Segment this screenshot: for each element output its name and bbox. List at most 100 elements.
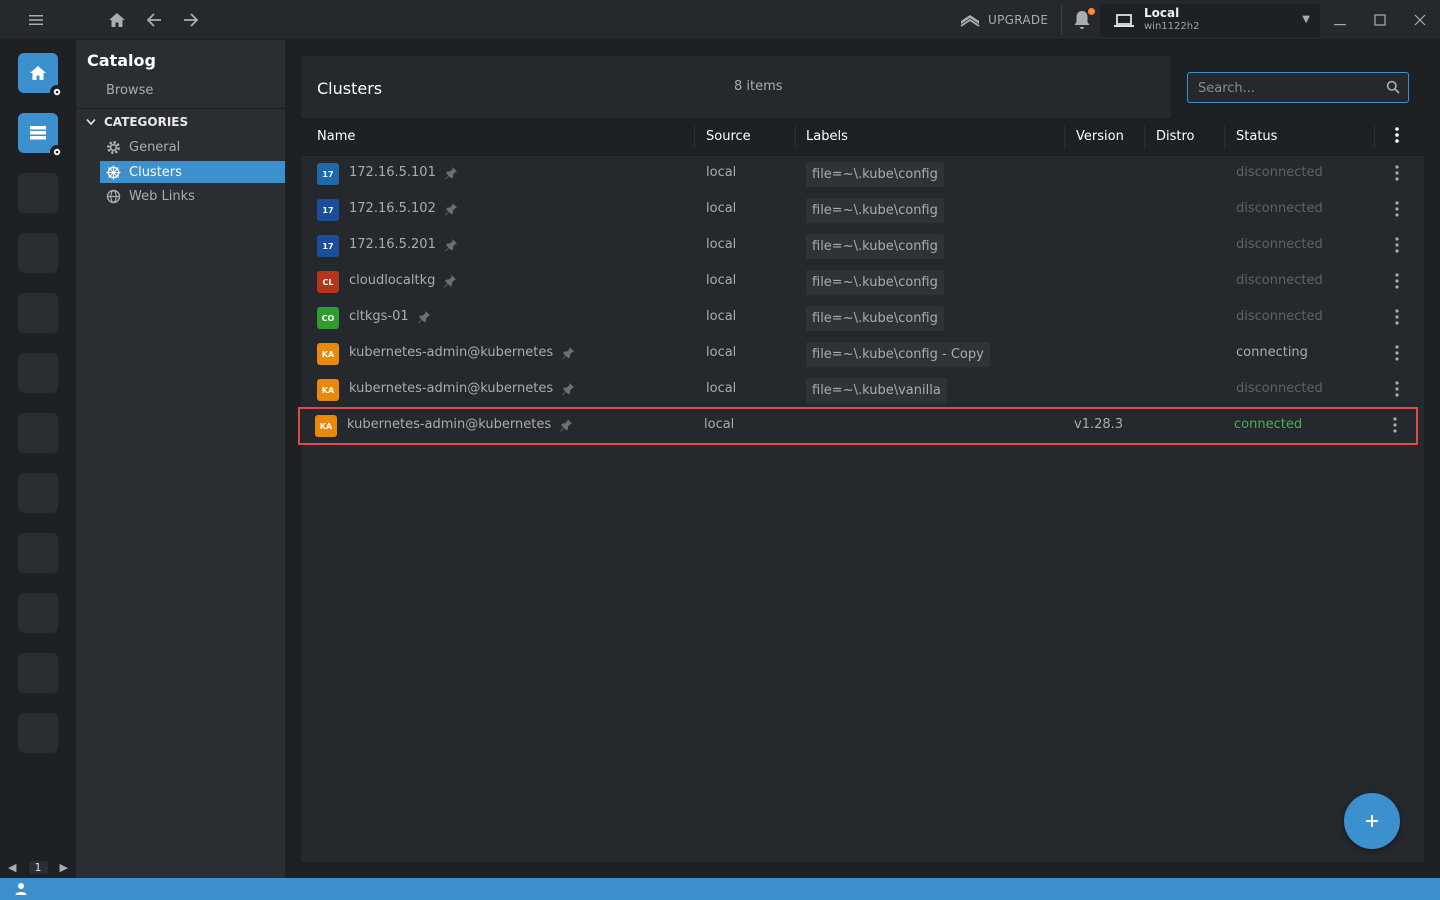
cluster-name-cell: kubernetes-admin@kubernetes (349, 381, 575, 396)
hotbar-empty-slot[interactable] (18, 533, 58, 573)
hotbar-empty-slot[interactable] (18, 713, 58, 753)
column-header-name[interactable]: Name (317, 129, 355, 144)
table-row[interactable]: KA kubernetes-admin@kubernetes local v1.… (298, 407, 1418, 445)
label-badge[interactable]: file=~\.kube\config (806, 162, 944, 187)
row-menu-button[interactable] (1390, 237, 1404, 255)
row-menu-button[interactable] (1388, 417, 1402, 435)
sidebar-item-general[interactable]: General (100, 136, 285, 158)
hotbar-empty-slot[interactable] (18, 413, 58, 453)
table-row[interactable]: CL cloudlocaltkg local file=~\.kube\conf… (301, 264, 1424, 300)
chevron-right-icon[interactable]: ▶ (60, 861, 68, 874)
vertical-dots-icon (1395, 237, 1399, 253)
label-badge[interactable]: file=~\.kube\vanilla (806, 378, 947, 403)
sidebar-item-label: Clusters (129, 164, 182, 180)
table-row[interactable]: 17 172.16.5.101 local file=~\.kube\confi… (301, 156, 1424, 192)
hotbar-empty-slot[interactable] (18, 653, 58, 693)
row-menu-button[interactable] (1390, 165, 1404, 183)
close-icon (1414, 14, 1426, 26)
hotbar-item-welcome[interactable] (18, 53, 64, 99)
maximize-button[interactable] (1368, 8, 1392, 32)
cluster-name-cell: 172.16.5.101 (349, 165, 458, 180)
column-header-status[interactable]: Status (1236, 129, 1277, 144)
pin-icon[interactable] (561, 346, 575, 360)
sidebar-item-label: Web Links (129, 188, 195, 204)
pin-icon[interactable] (444, 238, 458, 252)
cluster-avatar-icon: KA (317, 343, 339, 365)
avatar-initials: 17 (322, 169, 334, 179)
status-cell: connecting (1236, 345, 1308, 360)
chevron-left-icon[interactable]: ◀ (8, 861, 16, 874)
menu-icon[interactable] (24, 8, 48, 32)
pin-icon[interactable] (417, 310, 431, 324)
close-button[interactable] (1408, 8, 1432, 32)
hotbar-empty-slot[interactable] (18, 233, 58, 273)
column-header-version[interactable]: Version (1076, 129, 1124, 144)
table-row[interactable]: CO cltkgs-01 local file=~\.kube\config d… (301, 300, 1424, 336)
column-divider[interactable] (1144, 126, 1145, 148)
label-badge[interactable]: file=~\.kube\config (806, 306, 944, 331)
notifications-button[interactable] (1070, 8, 1095, 32)
status-cell: disconnected (1236, 237, 1323, 252)
row-menu-button[interactable] (1390, 381, 1404, 399)
upgrade-icon (960, 15, 980, 27)
cluster-avatar-icon: 17 (317, 163, 339, 185)
vertical-dots-icon (1395, 345, 1399, 361)
search-icon[interactable] (1386, 80, 1400, 94)
table-row[interactable]: 17 172.16.5.102 local file=~\.kube\confi… (301, 192, 1424, 228)
sidebar-item-web-links[interactable]: Web Links (100, 185, 285, 207)
minimize-button[interactable] (1328, 8, 1352, 32)
hotbar-empty-slot[interactable] (18, 593, 58, 633)
table-row[interactable]: KA kubernetes-admin@kubernetes local fil… (301, 336, 1424, 372)
cluster-name: kubernetes-admin@kubernetes (349, 345, 554, 360)
column-header-labels[interactable]: Labels (806, 129, 848, 144)
forward-arrow-icon[interactable] (179, 8, 203, 32)
pin-icon[interactable] (444, 202, 458, 216)
add-button[interactable] (1344, 793, 1400, 849)
label-badge[interactable]: file=~\.kube\config - Copy (806, 342, 990, 367)
sidebar-item-clusters[interactable]: Clusters (100, 161, 285, 183)
row-menu-button[interactable] (1390, 201, 1404, 219)
categories-toggle[interactable]: CATEGORIES (86, 114, 188, 130)
column-divider[interactable] (1224, 126, 1225, 148)
cluster-name: kubernetes-admin@kubernetes (349, 381, 554, 396)
table-row[interactable]: 17 172.16.5.201 local file=~\.kube\confi… (301, 228, 1424, 264)
source-cell: local (706, 165, 737, 180)
row-menu-button[interactable] (1390, 309, 1404, 327)
cluster-name-cell: 172.16.5.201 (349, 237, 458, 252)
column-menu-button[interactable] (1389, 127, 1405, 147)
hotbar-empty-slot[interactable] (18, 293, 58, 333)
sidebar-item-browse[interactable]: Browse (106, 83, 153, 98)
back-arrow-icon[interactable] (142, 8, 166, 32)
column-header-distro[interactable]: Distro (1156, 129, 1195, 144)
column-header-source[interactable]: Source (706, 129, 751, 144)
label-badge[interactable]: file=~\.kube\config (806, 234, 944, 259)
vertical-dots-icon (1395, 381, 1399, 397)
column-divider[interactable] (1374, 126, 1375, 148)
search-input[interactable] (1198, 79, 1378, 97)
column-divider[interactable] (1064, 126, 1065, 148)
hotbar-empty-slot[interactable] (18, 173, 58, 213)
pin-icon[interactable] (559, 418, 573, 432)
hotbar-item-catalog[interactable] (18, 113, 64, 159)
table-row[interactable]: KA kubernetes-admin@kubernetes local fil… (301, 372, 1424, 408)
status-cell: connected (1234, 417, 1303, 432)
hotbar-empty-slot[interactable] (18, 473, 58, 513)
user-icon[interactable] (14, 882, 28, 896)
home-icon[interactable] (105, 8, 129, 32)
label-badge[interactable]: file=~\.kube\config (806, 198, 944, 223)
pin-icon[interactable] (444, 166, 458, 180)
column-divider[interactable] (694, 126, 695, 148)
pin-icon[interactable] (443, 274, 457, 288)
cluster-avatar-icon: KA (315, 415, 337, 437)
cluster-selector[interactable]: Local win1122h2 ▼ (1100, 4, 1320, 37)
upgrade-button[interactable]: UPGRADE (960, 11, 1048, 29)
label-badge[interactable]: file=~\.kube\config (806, 270, 944, 295)
row-menu-button[interactable] (1390, 345, 1404, 363)
pin-icon[interactable] (561, 382, 575, 396)
main-content: Clusters 8 items Name Source Labels Vers… (285, 40, 1440, 878)
settings-badge-icon (50, 85, 64, 99)
hotbar-empty-slot[interactable] (18, 353, 58, 393)
sidebar-item-label: General (129, 139, 181, 155)
column-divider[interactable] (795, 126, 796, 148)
row-menu-button[interactable] (1390, 273, 1404, 291)
